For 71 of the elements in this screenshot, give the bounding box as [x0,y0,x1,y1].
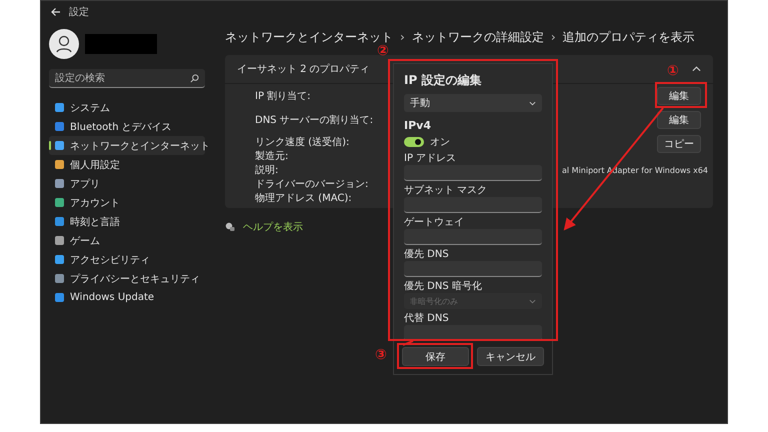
sidebar-item[interactable]: Windows Update [49,288,205,307]
mode-dropdown[interactable]: 手動 [404,94,542,112]
input-field[interactable] [404,165,542,181]
sidebar-item[interactable]: アカウント [49,193,205,212]
help-icon [225,222,235,232]
breadcrumb-item[interactable]: ネットワークの詳細設定 [412,28,544,46]
category-icon [55,160,64,169]
category-icon [55,236,64,245]
category-icon [55,198,64,207]
breadcrumb-item[interactable]: ネットワークとインターネット [225,28,393,46]
property-label: ドライバーのバージョン: [255,178,370,191]
highlight-frame [655,82,707,108]
property-label: DNS サーバーの割り当て: [255,114,374,127]
sidebar-item[interactable]: プライバシーとセキュリティ [49,269,205,288]
sidebar-item[interactable]: アクセシビリティ [49,250,205,269]
breadcrumb-separator: › [400,30,405,44]
sidebar-item[interactable]: 時刻と言語 [49,212,205,231]
category-icon [55,103,64,112]
caret-icon [529,100,536,106]
breadcrumb-item: 追加のプロパティを表示 [562,28,695,46]
sidebar-item[interactable]: アプリ [49,174,205,193]
category-icon [55,141,64,150]
property-label: 製造元: [255,150,290,163]
toggle-switch[interactable] [404,136,424,146]
input-field[interactable] [404,325,542,340]
section-heading: IPv4 [404,119,432,134]
category-icon [55,255,64,264]
card-title: イーサネット 2 のプロパティ [237,62,370,76]
dialog-title: IP 設定の編集 [404,72,482,89]
step-number: ① [667,63,679,79]
action-button[interactable]: 編集 [657,87,701,105]
window-title: 設定 [69,6,89,19]
input-field[interactable] [404,261,542,277]
chevron-icon[interactable] [692,66,701,72]
category-icon [55,179,64,188]
category-icon [55,293,64,302]
help-link[interactable]: ヘルプを表示 [243,220,303,234]
caret-icon [529,298,536,304]
property-label: 説明: [255,164,280,177]
breadcrumb-separator: › [550,30,556,44]
property-label: リンク速度 (送受信): [255,136,350,149]
input-field[interactable] [404,197,542,213]
toggle-label: オン [430,136,450,148]
field-label: 優先 DNS [404,248,450,261]
redacted-block [85,34,157,54]
action-button[interactable]: コピー [657,135,701,153]
field-label: 代替 DNS [404,312,450,325]
search-field[interactable]: 設定の検索 [49,69,205,88]
avatar-icon [49,29,79,59]
back-arrow-icon[interactable] [51,7,61,17]
input-field[interactable] [404,229,542,245]
field-label: IP アドレス [404,152,458,165]
step-number: ② [377,43,389,59]
category-icon [55,274,64,283]
search-icon [190,74,199,83]
property-label: IP 割り当て: [255,90,312,103]
sidebar-item[interactable]: 個人用設定 [49,155,205,174]
category-icon [55,217,64,226]
field-label: ゲートウェイ [404,216,465,229]
sidebar-item[interactable]: システム [49,98,205,117]
field-label: サブネット マスク [404,184,488,197]
sidebar-item[interactable]: ネットワークとインターネット [49,136,205,155]
step-number: ③ [375,347,387,363]
category-icon [55,122,64,131]
dialog-button[interactable]: 保存 [402,347,469,366]
sidebar-item[interactable]: ゲーム [49,231,205,250]
field-label: 優先 DNS 暗号化 [404,280,483,293]
action-button[interactable]: 編集 [657,111,701,129]
property-label: 物理アドレス (MAC): [255,192,353,205]
dialog-button[interactable]: キャンセル [477,347,544,366]
sidebar-item[interactable]: Bluetooth とデバイス [49,117,205,136]
